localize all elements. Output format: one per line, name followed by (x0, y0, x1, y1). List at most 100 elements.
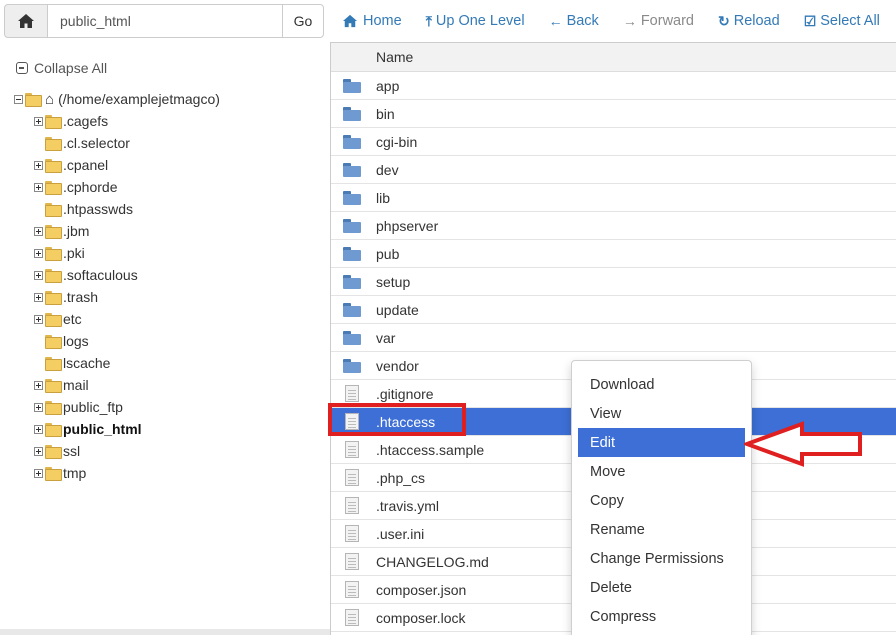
tree-item[interactable]: logs (14, 330, 314, 352)
tree-item[interactable]: ssl (14, 440, 314, 462)
collapse-all-label: Collapse All (34, 60, 108, 76)
collapse-toggle-icon[interactable] (14, 94, 23, 104)
tree-item-label: .pki (63, 245, 85, 261)
file-row[interactable]: bin (331, 100, 896, 128)
tree-item[interactable]: .cphorde (14, 176, 314, 198)
tree-item-label: .htpasswds (63, 201, 134, 217)
menu-item-copy[interactable]: Copy (572, 486, 751, 515)
expand-toggle-icon[interactable] (34, 380, 43, 390)
tree-item[interactable]: .jbm (14, 220, 314, 242)
file-row[interactable]: cgi-bin (331, 128, 896, 156)
file-name: vendor (376, 357, 419, 374)
menu-item-view[interactable]: View (572, 399, 751, 428)
tree-item[interactable]: .cagefs (14, 110, 314, 132)
folder-icon (343, 190, 361, 205)
folder-icon (45, 467, 62, 481)
folder-icon (343, 246, 361, 261)
tree-item[interactable]: tmp (14, 462, 314, 484)
path-input[interactable] (48, 4, 282, 38)
htaccess-highlight-box (328, 403, 466, 436)
folder-icon (45, 291, 62, 305)
menu-item-rename[interactable]: Rename (572, 515, 751, 544)
file-name: .user.ini (376, 525, 425, 542)
back-button[interactable]: ← Back (549, 13, 599, 29)
expand-toggle-icon[interactable] (34, 116, 43, 126)
expand-toggle-icon[interactable] (34, 468, 43, 478)
tree-item[interactable]: .cl.selector (14, 132, 314, 154)
tree-item[interactable]: public_ftp (14, 396, 314, 418)
folder-icon (343, 78, 361, 93)
tree-item[interactable]: lscache (14, 352, 314, 374)
file-row[interactable]: phpserver (331, 212, 896, 240)
file-row[interactable]: pub (331, 240, 896, 268)
select-all-button[interactable]: ☑ Select All (804, 13, 880, 30)
expand-toggle-icon[interactable] (34, 270, 43, 280)
file-row[interactable]: dev (331, 156, 896, 184)
expand-toggle-icon[interactable] (34, 424, 43, 434)
tree-item[interactable]: .softaculous (14, 264, 314, 286)
expand-toggle-icon[interactable] (34, 248, 43, 258)
file-row[interactable]: app (331, 72, 896, 100)
home-button[interactable]: Home (342, 13, 402, 29)
file-name: var (376, 329, 396, 346)
file-name: setup (376, 273, 411, 290)
tree-item[interactable]: etc (14, 308, 314, 330)
tree-item-label: .jbm (63, 223, 90, 239)
context-menu: Download View Edit Move Copy Rename Change Per… (571, 360, 752, 635)
file-name: .htaccess.sample (376, 441, 485, 458)
file-icon (345, 609, 359, 626)
menu-item-compress[interactable]: Compress (572, 602, 751, 631)
arrow-left-icon: ← (548, 13, 563, 29)
file-icon (345, 441, 359, 458)
menu-item-download[interactable]: Download (572, 370, 751, 399)
go-button[interactable]: Go (282, 4, 324, 38)
forward-button[interactable]: → Forward (623, 13, 694, 29)
name-column-header[interactable]: Name (331, 43, 896, 72)
menu-item-move[interactable]: Move (572, 457, 751, 486)
tree-item[interactable]: .pki (14, 242, 314, 264)
expand-toggle-icon[interactable] (34, 402, 43, 412)
tree-item-label: .softaculous (63, 267, 138, 283)
file-icon (345, 581, 359, 598)
file-row[interactable]: lib (331, 184, 896, 212)
path-home-button[interactable] (4, 4, 48, 38)
tree-item-label: .cl.selector (63, 135, 130, 151)
expand-toggle-icon[interactable] (34, 292, 43, 302)
tree-item[interactable]: .trash (14, 286, 314, 308)
forward-label: Forward (640, 13, 694, 29)
folder-icon (45, 225, 62, 239)
expand-toggle-icon[interactable] (34, 226, 43, 236)
tree-root[interactable]: ⌂ (/home/examplejetmagco) (14, 88, 314, 110)
folder-icon (45, 357, 62, 371)
folder-open-icon (25, 93, 42, 107)
folder-icon (45, 181, 62, 195)
file-icon (345, 497, 359, 514)
horizontal-scrollbar[interactable] (0, 629, 330, 635)
tree-item[interactable]: .htpasswds (14, 198, 314, 220)
tree-item[interactable]: .cpanel (14, 154, 314, 176)
folder-icon (343, 358, 361, 373)
toolbar: Home ⤒ Up One Level ← Back → Forward ↻ R… (342, 4, 880, 38)
select-all-label: Select All (820, 13, 880, 29)
menu-item-delete[interactable]: Delete (572, 573, 751, 602)
file-name: app (376, 77, 400, 94)
reload-button[interactable]: ↻ Reload (718, 13, 780, 30)
collapse-all-button[interactable]: Collapse All (16, 60, 107, 76)
expand-toggle-icon[interactable] (34, 182, 43, 192)
expand-toggle-icon[interactable] (34, 446, 43, 456)
tree-item[interactable]: public_html (14, 418, 314, 440)
menu-item-change-permissions[interactable]: Change Permissions (572, 544, 751, 573)
expand-toggle-icon[interactable] (34, 160, 43, 170)
tree-item[interactable]: mail (14, 374, 314, 396)
file-name: pub (376, 245, 400, 262)
file-name: CHANGELOG.md (376, 553, 489, 570)
home-icon: ⌂ (45, 90, 55, 108)
refresh-icon: ↻ (718, 12, 730, 29)
file-row[interactable]: setup (331, 268, 896, 296)
menu-item-edit[interactable]: Edit (578, 428, 745, 457)
file-row[interactable]: update (331, 296, 896, 324)
expand-toggle-icon[interactable] (34, 314, 43, 324)
up-one-level-button[interactable]: ⤒ Up One Level (426, 13, 525, 30)
file-row[interactable]: var (331, 324, 896, 352)
file-name: phpserver (376, 217, 439, 234)
